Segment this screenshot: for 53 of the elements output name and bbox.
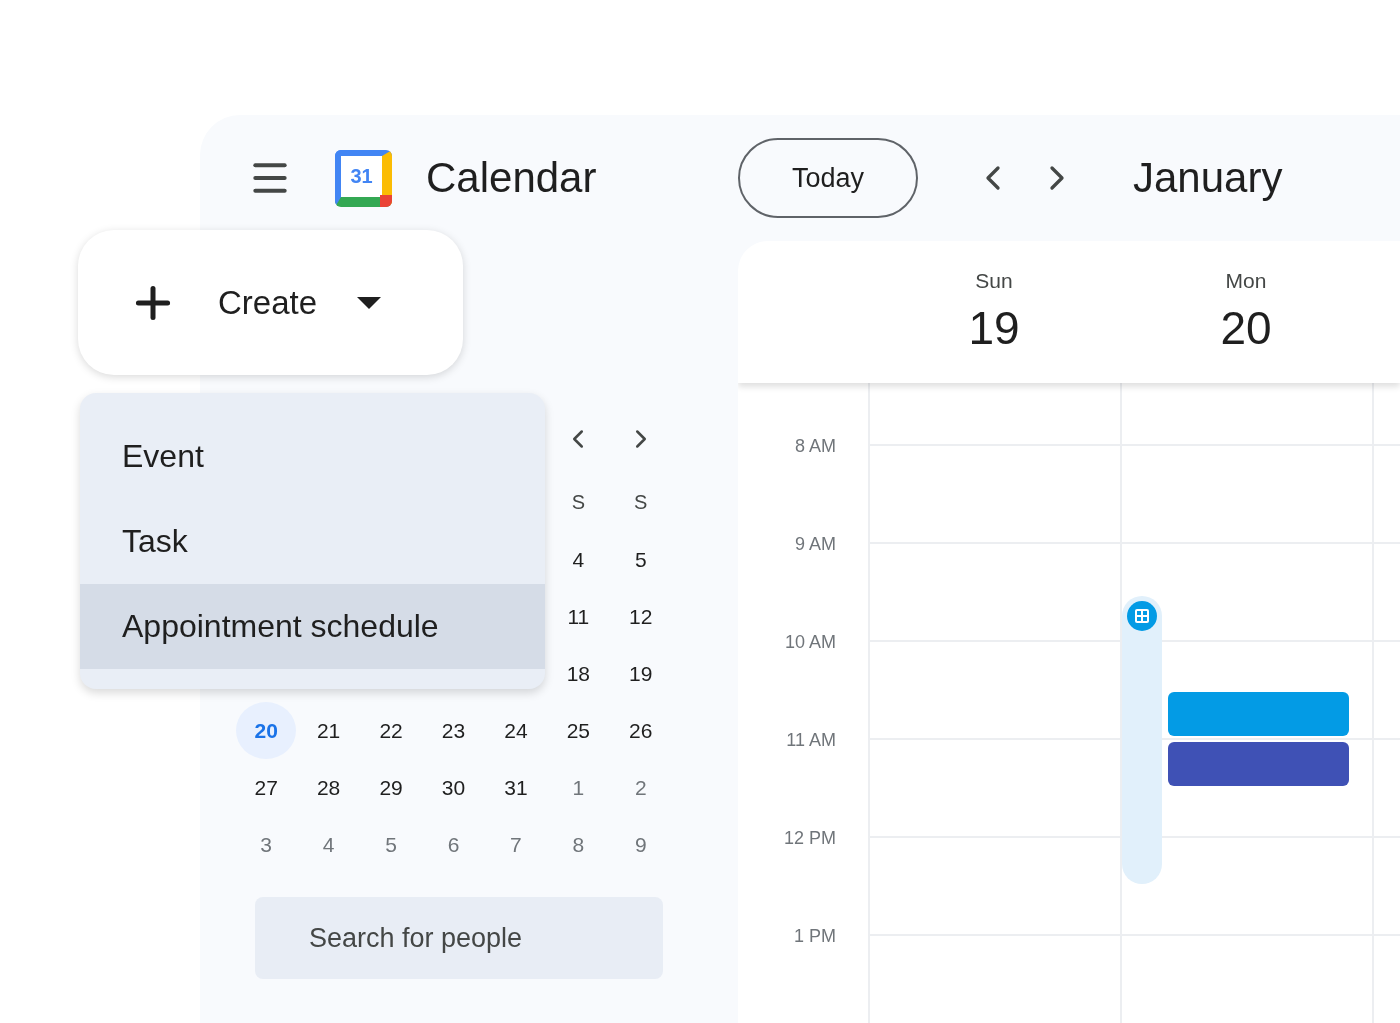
calendar-day[interactable]: 8 [548,816,609,873]
menu-item[interactable]: Event [80,414,545,499]
app-title: Calendar [426,154,597,202]
calendar-day[interactable]: 1 [548,759,609,816]
month-title: January [1133,154,1283,202]
day-column[interactable] [1120,383,1372,1023]
weekday-label: Mon [1225,269,1267,293]
calendar-day[interactable]: 4 [548,531,609,588]
weekday-label: S [570,490,586,515]
app-logo: 31 [335,149,392,207]
calendar-day[interactable]: 27 [236,759,297,816]
grid-icon [1127,601,1157,631]
calendar-day[interactable]: 5 [361,816,422,873]
calendar-day[interactable]: 19 [610,645,671,702]
calendar-day[interactable]: 18 [548,645,609,702]
calendar-day[interactable]: 2 [610,759,671,816]
calendar-day[interactable]: 6 [423,816,484,873]
calendar-day[interactable]: 31 [485,759,546,816]
hour-label: 10 AM [784,631,836,653]
hour-label: 11 AM [786,729,836,751]
calendar-day[interactable]: 24 [485,702,546,759]
hour-label: 9 AM [794,533,836,555]
calendar-day[interactable]: 30 [423,759,484,816]
calendar-day[interactable]: 5 [610,531,671,588]
hour-label: 1 PM [794,925,836,947]
calendar-day[interactable]: 7 [485,816,546,873]
calendar-day[interactable]: 25 [548,702,609,759]
calendar-day[interactable]: 22 [361,702,422,759]
calendar-day[interactable]: 3 [236,816,297,873]
date-number[interactable]: 20 [1220,301,1272,355]
caret-icon [357,296,382,309]
calendar-day[interactable]: 4 [298,816,359,873]
hour-label: 8 AM [794,435,836,457]
calendar-day[interactable]: 12 [610,588,671,645]
calendar-day[interactable]: 29 [361,759,422,816]
menu-item[interactable]: Appointment schedule [80,584,545,669]
calendar-day[interactable]: 26 [610,702,671,759]
calendar-day[interactable]: 9 [610,816,671,873]
weekday-label: S [633,490,649,515]
create-button[interactable]: Create [78,230,463,375]
today-button[interactable]: Today [738,138,918,218]
calendar-day[interactable]: 23 [423,702,484,759]
calendar-day[interactable]: 20 [236,702,297,759]
date-number[interactable]: 19 [968,301,1020,355]
calendar-day[interactable]: 28 [298,759,359,816]
hour-label: 12 PM [783,827,836,849]
calendar-day[interactable]: 21 [298,702,359,759]
calendar-day[interactable]: 11 [548,588,609,645]
appointment-schedule-block[interactable] [1122,596,1162,884]
search-field[interactable]: Search for people [255,897,663,979]
weekday-label: Sun [975,269,1013,293]
search-input[interactable]: Search for people [307,921,665,955]
menu-item[interactable]: Task [80,499,545,584]
